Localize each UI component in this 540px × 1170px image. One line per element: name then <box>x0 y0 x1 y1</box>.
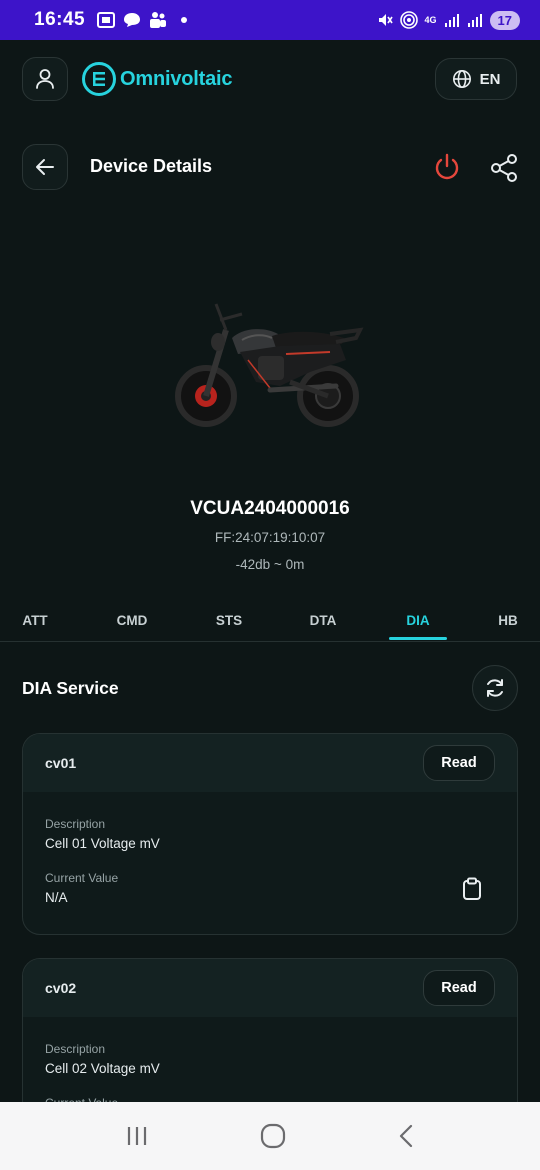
brand-logo: Omnivoltaic <box>82 62 232 96</box>
mute-icon <box>378 14 393 26</box>
chat-icon <box>124 13 141 27</box>
tab-hb[interactable]: HB <box>478 598 538 642</box>
screenshot-icon <box>97 12 116 28</box>
read-button[interactable]: Read <box>423 970 495 1006</box>
section-title: DIA Service <box>22 678 119 698</box>
network-type: 4G <box>424 15 437 25</box>
battery-indicator: 17 <box>489 10 520 30</box>
current-value-label: Current Value <box>45 871 119 885</box>
arrow-left-icon <box>36 159 54 175</box>
notification-dot <box>181 17 188 23</box>
description-label: Description <box>45 817 106 831</box>
description-value: Cell 02 Voltage mV <box>45 1061 160 1076</box>
tab-att[interactable]: ATT <box>0 598 70 642</box>
back-button[interactable] <box>22 144 68 190</box>
signal-icon-2 <box>467 14 482 27</box>
status-time: 16:45 <box>34 9 86 30</box>
page-title: Device Details <box>90 156 213 176</box>
device-mac-address: FF:24:07:19:10:07 <box>214 530 326 545</box>
read-button[interactable]: Read <box>423 745 495 781</box>
card-header: cv02 Read <box>23 959 517 1017</box>
power-icon[interactable] <box>433 153 461 181</box>
card-header: cv01 Read <box>23 734 517 792</box>
active-tab-indicator <box>389 637 447 640</box>
language-label: EN <box>479 70 501 88</box>
description-value: Cell 01 Voltage mV <box>45 836 160 851</box>
back-nav-icon[interactable] <box>397 1124 415 1148</box>
card-name: cv02 <box>45 980 77 996</box>
language-button[interactable]: EN <box>435 58 517 100</box>
tab-dia[interactable]: DIA <box>383 598 453 642</box>
logo-mark-icon <box>82 62 116 96</box>
card-body: Description Cell 01 Voltage mV Current V… <box>23 792 517 905</box>
tab-dta[interactable]: DTA <box>286 598 360 642</box>
refresh-icon <box>487 679 503 697</box>
profile-button[interactable] <box>22 57 68 101</box>
signal-icon <box>444 14 459 27</box>
hotspot-icon <box>399 11 418 29</box>
tab-sts[interactable]: STS <box>192 598 266 642</box>
system-nav-bar <box>0 1102 540 1170</box>
share-icon[interactable] <box>489 153 519 183</box>
teams-icon <box>150 12 167 28</box>
tab-cmd[interactable]: CMD <box>96 598 168 642</box>
device-id: VCUA2404000016 <box>190 498 350 519</box>
description-label: Description <box>45 1042 106 1056</box>
clipboard-icon[interactable] <box>461 877 483 901</box>
card-body: Description Cell 02 Voltage mV Current V… <box>23 1017 517 1110</box>
status-bar: 16:45 4G 17 <box>0 0 540 40</box>
device-signal-distance: -42db ~ 0m <box>235 557 305 572</box>
home-icon[interactable] <box>260 1123 286 1149</box>
motorcycle-image <box>175 303 364 427</box>
globe-icon <box>452 70 471 88</box>
user-icon <box>36 69 54 89</box>
recent-apps-icon[interactable] <box>125 1125 149 1147</box>
card-name: cv01 <box>45 755 77 771</box>
dia-card-cv01: cv01 Read Description Cell 01 Voltage mV… <box>22 733 518 935</box>
current-value: N/A <box>45 890 68 905</box>
tab-bar: ATT CMD STS DTA DIA HB <box>0 598 540 642</box>
brand-name: Omnivoltaic <box>120 67 233 90</box>
refresh-button[interactable] <box>472 665 518 711</box>
